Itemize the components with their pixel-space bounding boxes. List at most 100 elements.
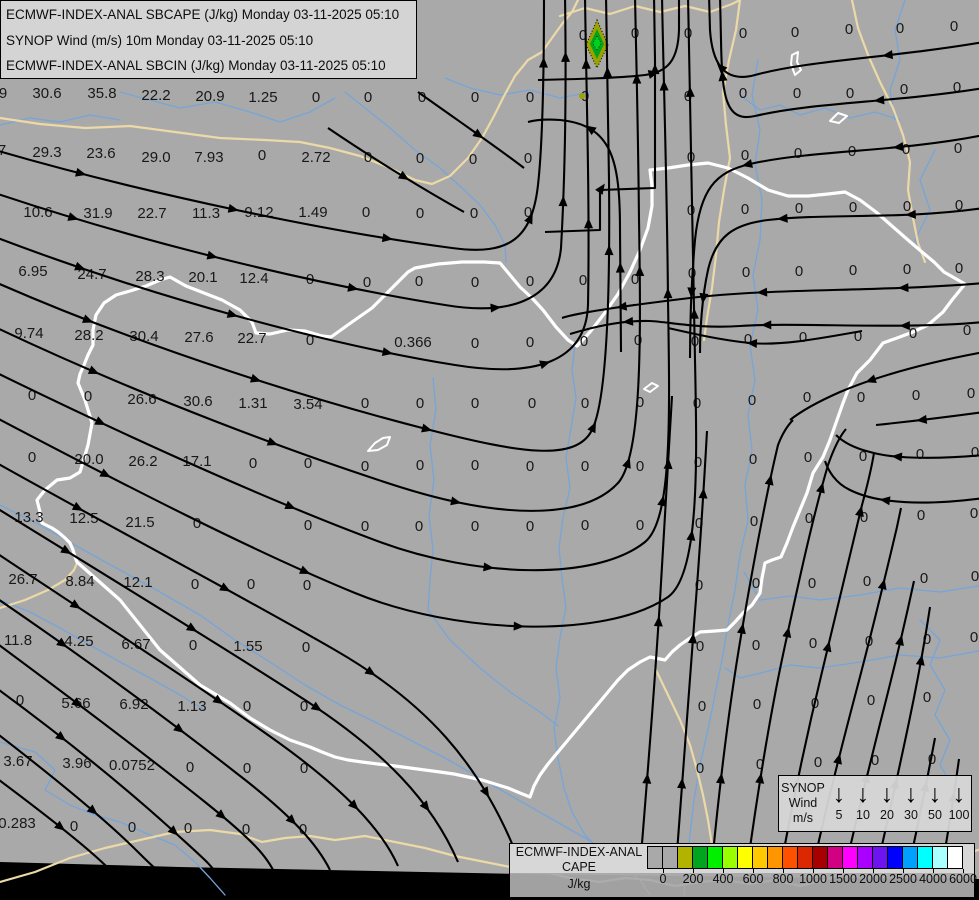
cape-swatch [857, 846, 873, 869]
cape-colorbar-legend: ECMWF-INDEX-ANAL CAPE J/kg 0 200 400 600 800… [509, 843, 977, 898]
station-value: 0 [752, 637, 760, 654]
station-value: 22.7 [237, 330, 266, 347]
station-value: 0 [191, 576, 199, 593]
station-value: 0 [415, 518, 423, 535]
station-value: 30.6 [32, 85, 61, 102]
wind-legend: SYNOP Wind m/s ↓ 5 ↓ 10 ↓ 20 ↓ 30 ↓ 50 ↓ 100 [778, 775, 972, 832]
station-value: 0 [579, 272, 587, 289]
station-value: 0 [814, 754, 822, 771]
station-value: 0 [739, 25, 747, 42]
wind-speed-item: ↓ 100 [947, 781, 971, 822]
station-value: 0 [791, 24, 799, 41]
station-value: 0 [950, 18, 958, 35]
wind-arrow-icon: ↓ [904, 780, 918, 808]
station-value: 12.5 [69, 510, 98, 527]
cape-small-spot [579, 93, 585, 99]
station-value: 0 [471, 518, 479, 535]
station-value: 0 [741, 201, 749, 218]
station-value: 0 [750, 513, 758, 530]
station-value: 0 [970, 505, 978, 522]
cape-swatch [767, 846, 783, 869]
station-value: 0 [361, 518, 369, 535]
station-value: 0 [362, 204, 370, 221]
wind-speed-value: 10 [856, 808, 870, 822]
station-value: 0.0752 [109, 757, 155, 774]
station-value: 0 [803, 389, 811, 406]
wind-speed-item: ↓ 10 [851, 781, 875, 822]
station-value: 0 [247, 576, 255, 593]
station-value: 0 [793, 85, 801, 102]
station-value: 20.1 [188, 269, 217, 286]
station-value: 0 [528, 395, 536, 412]
station-value: 0 [752, 575, 760, 592]
wind-speed-value: 30 [904, 808, 918, 822]
station-value: 0 [693, 395, 701, 412]
station-value: 0 [526, 273, 534, 290]
colorbar-tick-label: 0 [659, 872, 667, 886]
station-value: 0 [748, 392, 756, 409]
cape-swatch [707, 846, 723, 869]
station-value: 12.4 [239, 270, 268, 287]
station-value: 0 [923, 689, 931, 706]
station-value: 0 [953, 79, 961, 96]
station-value: 0 [804, 449, 812, 466]
station-value: 0 [312, 89, 320, 106]
station-value: 0.366 [394, 334, 432, 351]
station-value: 0 [415, 273, 423, 290]
station-value: 2.72 [301, 149, 330, 166]
wind-speed-scale: ↓ 5 ↓ 10 ↓ 20 ↓ 30 ↓ 50 ↓ 100 [827, 781, 971, 822]
station-value: 0 [28, 449, 36, 466]
wind-speed-value: 50 [928, 808, 942, 822]
colorbar-tick-label: 600 [742, 872, 764, 886]
station-value: 0 [896, 20, 904, 37]
cape-swatch [662, 846, 678, 869]
station-value: 0 [524, 150, 532, 167]
station-value: 0 [361, 458, 369, 475]
cape-swatch [902, 846, 918, 869]
cape-swatch [722, 846, 738, 869]
cape-swatch [647, 846, 663, 869]
station-value: 0 [581, 395, 589, 412]
station-value: 0 [917, 507, 925, 524]
station-value: 0 [971, 568, 979, 585]
station-value: 31.9 [83, 205, 112, 222]
station-value: 0 [696, 760, 704, 777]
station-value: 0 [846, 85, 854, 102]
station-value: 0 [920, 570, 928, 587]
cape-swatch [797, 846, 813, 869]
station-value: 0 [970, 629, 978, 646]
station-value: 26.7 [8, 571, 37, 588]
wind-arrow-icon: ↓ [832, 780, 846, 808]
station-value: 0 [416, 457, 424, 474]
station-value: 22.7 [137, 205, 166, 222]
wind-speed-value: 20 [880, 808, 894, 822]
station-value: 0 [809, 635, 817, 652]
cape-swatch [692, 846, 708, 869]
station-value: 0 [696, 638, 704, 655]
colorbar-tick-label: 800 [772, 872, 794, 886]
cape-legend-title: ECMWF-INDEX-ANAL CAPE [515, 845, 643, 874]
station-value: 30.6 [183, 393, 212, 410]
title-line-sbcape: ECMWF-INDEX-ANAL SBCAPE (J/kg) Monday 03… [6, 7, 400, 22]
station-value: 0 [471, 274, 479, 291]
wind-speed-value: 100 [948, 808, 970, 822]
colorbar-tick-label: 6000 [949, 872, 977, 886]
station-value: 0 [903, 261, 911, 278]
colorbar-tick-label: 400 [712, 872, 734, 886]
station-value: 0 [304, 517, 312, 534]
station-value: 0 [795, 200, 803, 217]
station-value: 0 [849, 199, 857, 216]
station-value: 0 [634, 332, 642, 349]
wind-arrow-icon: ↓ [928, 780, 942, 808]
station-value: 26.6 [127, 391, 156, 408]
colorbar-tick-label: 4000 [919, 872, 947, 886]
station-value: 0 [971, 444, 979, 461]
station-value: 0 [909, 325, 917, 342]
station-value: 0 [526, 518, 534, 535]
station-value: 0 [916, 446, 924, 463]
station-value: 1.49 [298, 204, 327, 221]
title-line-sbcin: ECMWF-INDEX-ANAL SBCIN (J/kg) Monday 03-… [6, 58, 386, 74]
station-value: 0.283 [0, 815, 36, 832]
wind-speed-item: ↓ 30 [899, 781, 923, 822]
station-value: 35.8 [87, 85, 116, 102]
